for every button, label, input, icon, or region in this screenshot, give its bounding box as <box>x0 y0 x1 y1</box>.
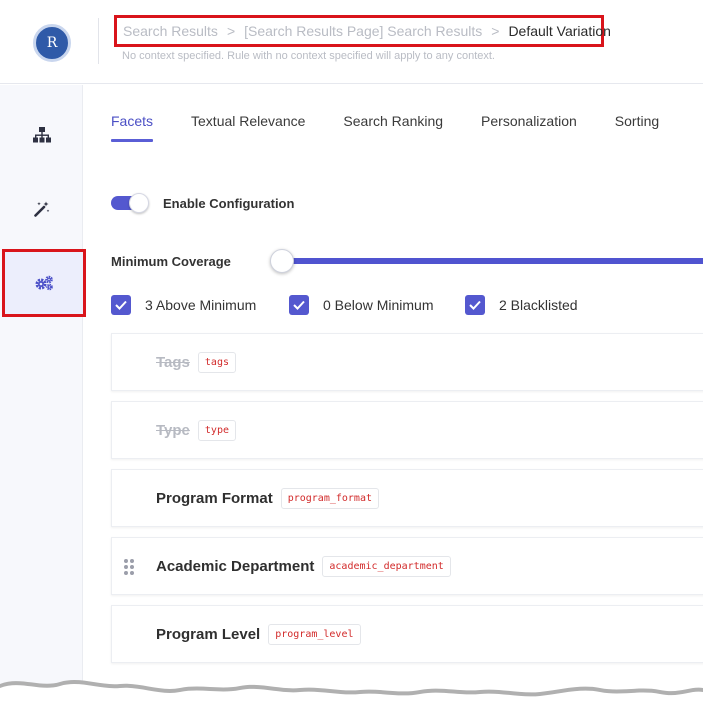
tab-search-ranking[interactable]: Search Ranking <box>343 112 443 144</box>
filter-blacklisted[interactable]: 2 Blacklisted <box>465 294 578 316</box>
tab-bar: Facets Textual Relevance Search Ranking … <box>111 112 697 144</box>
user-avatar[interactable]: R <box>33 24 71 62</box>
check-icon <box>115 300 127 310</box>
breadcrumb-item-current: Default Variation <box>508 23 611 39</box>
facet-name: Tags <box>156 353 190 371</box>
sidebar-item-sitemap[interactable] <box>0 102 83 168</box>
slider-rail <box>280 258 703 264</box>
facet-code: program_level <box>268 623 361 645</box>
toggle-knob <box>129 193 149 213</box>
facet-code: program_format <box>280 487 379 509</box>
enable-configuration-label: Enable Configuration <box>163 196 295 211</box>
checkbox-above-minimum[interactable] <box>111 295 131 315</box>
facet-name: Academic Department <box>156 557 315 575</box>
context-note: No context specified. Rule with no conte… <box>122 50 495 62</box>
check-icon <box>469 300 481 310</box>
breadcrumb-item-search-results[interactable]: Search Results <box>123 23 218 39</box>
sidebar <box>0 85 86 704</box>
filter-below-minimum[interactable]: 0 Below Minimum <box>289 294 433 316</box>
facet-row-program-format[interactable]: Program Format program_format <box>111 469 703 527</box>
facet-name: Program Format <box>156 489 273 507</box>
facet-code: academic_department <box>322 555 451 577</box>
facet-row-type[interactable]: Type type <box>111 401 703 459</box>
enable-configuration-toggle[interactable] <box>111 193 149 213</box>
facet-name: Program Level <box>156 625 261 643</box>
tab-textual-relevance[interactable]: Textual Relevance <box>191 112 305 144</box>
slider-thumb[interactable] <box>270 249 294 273</box>
drag-handle-icon[interactable] <box>124 559 136 575</box>
breadcrumb: Search Results > [Search Results Page] S… <box>114 15 611 47</box>
avatar-initial: R <box>46 35 58 51</box>
filter-label: 3 Above Minimum <box>145 297 257 313</box>
app-header: R Search Results > [Search Results Page]… <box>0 0 703 84</box>
checkbox-below-minimum[interactable] <box>289 295 309 315</box>
torn-edge-decoration <box>0 680 703 704</box>
breadcrumb-item-search-results-page[interactable]: [Search Results Page] Search Results <box>244 23 482 39</box>
tab-sorting[interactable]: Sorting <box>615 112 659 144</box>
breadcrumb-separator: > <box>491 23 500 39</box>
sidebar-item-settings[interactable] <box>2 249 86 317</box>
facet-row-academic-department[interactable]: Academic Department academic_department <box>111 537 703 595</box>
facet-row-tags[interactable]: Tags tags <box>111 333 703 391</box>
minimum-coverage-label: Minimum Coverage <box>111 254 231 269</box>
gears-icon <box>35 275 53 291</box>
tab-facets[interactable]: Facets <box>111 112 154 144</box>
sitemap-icon <box>32 127 51 143</box>
minimum-coverage-slider[interactable] <box>270 249 703 273</box>
filter-label: 0 Below Minimum <box>323 297 434 313</box>
magic-wand-icon <box>33 201 49 217</box>
check-icon <box>293 300 305 310</box>
facet-row-program-level[interactable]: Program Level program_level <box>111 605 703 663</box>
checkbox-blacklisted[interactable] <box>465 295 485 315</box>
facet-code: type <box>197 419 236 441</box>
facet-code: tags <box>197 351 236 373</box>
tab-personalization[interactable]: Personalization <box>481 112 577 144</box>
header-divider <box>98 18 99 64</box>
breadcrumb-separator: > <box>226 23 236 39</box>
filter-label: 2 Blacklisted <box>499 297 578 313</box>
filter-above-minimum[interactable]: 3 Above Minimum <box>111 294 256 316</box>
sidebar-item-magic-wand[interactable] <box>0 176 83 242</box>
facet-name: Type <box>156 421 190 439</box>
